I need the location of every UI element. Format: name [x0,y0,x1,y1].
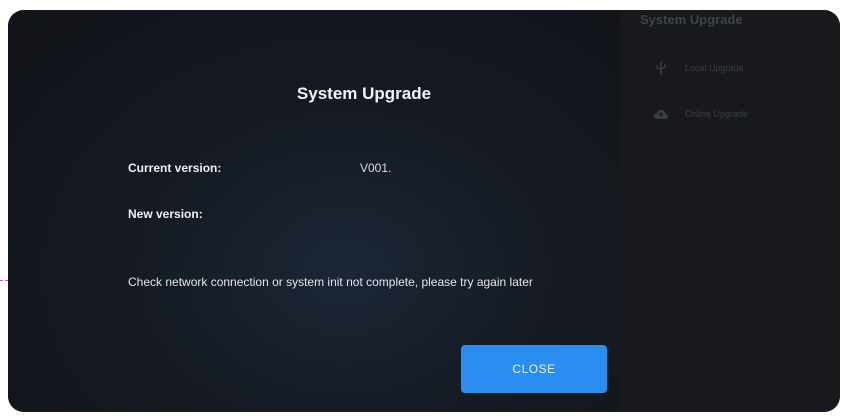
cloud-icon [653,106,669,122]
close-button[interactable]: CLOSE [461,345,607,393]
system-upgrade-dialog: System Upgrade Current version: V001. Ne… [108,60,620,406]
usb-icon [653,60,669,76]
menu-item-label: Local Upgrade [685,63,744,73]
device-screen: System Upgrade Local Upgrade Online Upgr… [8,10,840,412]
menu-item-label: Online Upgrade [685,109,749,119]
current-version-value: V001. [360,161,392,175]
dialog-title: System Upgrade [296,84,432,103]
background-page-title: System Upgrade [640,12,743,27]
new-version-label: New version: [128,207,203,221]
menu-item-local-upgrade[interactable]: Local Upgrade [653,60,744,76]
current-version-label: Current version: [128,161,222,175]
menu-item-online-upgrade[interactable]: Online Upgrade [653,106,748,122]
error-message: Check network connection or system init … [128,275,533,289]
